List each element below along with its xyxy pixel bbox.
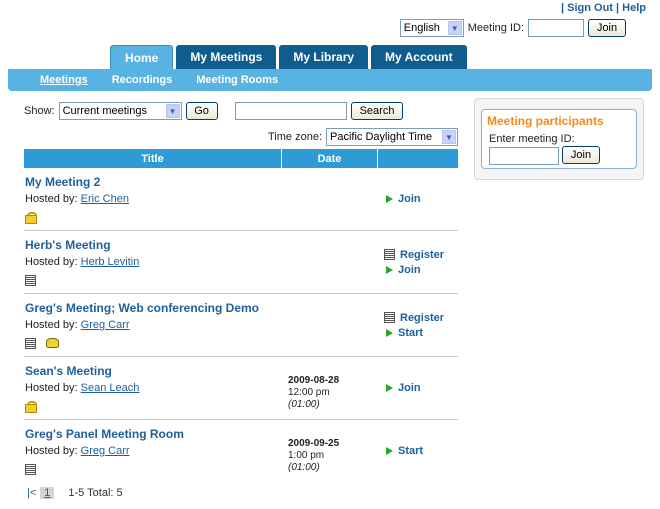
show-filter-row: Show: Current meetings ▼ Go (24, 102, 218, 120)
top-links: | Sign Out | Help (560, 2, 646, 14)
play-icon (386, 265, 393, 274)
pager: |< 1 1-5 Total: 5 (27, 487, 123, 499)
register-icon (384, 312, 395, 323)
play-icon (386, 195, 393, 203)
join-action[interactable]: Join (384, 193, 421, 205)
column-date[interactable]: Date (282, 149, 378, 168)
show-label: Show: (24, 105, 55, 117)
meeting-icons (25, 212, 37, 224)
timezone-label: Time zone: (268, 131, 323, 143)
first-page-link[interactable]: |< (27, 487, 36, 499)
join-action[interactable]: Join (384, 264, 444, 276)
host-link[interactable]: Greg Carr (81, 319, 130, 331)
participants-label: Enter meeting ID: (489, 133, 575, 145)
meeting-id-input[interactable] (528, 19, 584, 37)
tab-my-library[interactable]: My Library (279, 45, 369, 69)
meeting-id-label: Meeting ID: (467, 22, 524, 34)
chevron-down-icon: ▼ (442, 130, 457, 144)
chevron-down-icon: ▼ (165, 104, 180, 118)
tab-my-account[interactable]: My Account (371, 45, 467, 69)
chevron-down-icon: ▼ (447, 21, 462, 35)
meeting-date: 2009-09-25 1:00 pm (01:00) (288, 438, 340, 473)
register-icon (384, 249, 395, 260)
meeting-title-link[interactable]: Sean's Meeting (25, 364, 112, 378)
host-line: Hosted by: Greg Carr (25, 319, 130, 331)
meeting-icons (25, 338, 59, 349)
table-row: My Meeting 2 Hosted by: Eric Chen Join (24, 168, 458, 231)
participants-join-button[interactable]: Join (562, 146, 600, 164)
register-action[interactable]: Register (384, 312, 444, 324)
show-select[interactable]: Current meetings ▼ (58, 102, 182, 120)
language-select[interactable]: English ▼ (399, 19, 464, 37)
top-bar: English ▼ Meeting ID: Join (399, 19, 626, 37)
timezone-select[interactable]: Pacific Daylight Time ▼ (326, 128, 459, 146)
row-actions: Register Join (384, 231, 444, 293)
host-link[interactable]: Sean Leach (81, 382, 140, 394)
page-number-link[interactable]: 1 (40, 487, 55, 499)
register-action[interactable]: Register (384, 249, 444, 261)
timezone-row: Time zone: Pacific Daylight Time ▼ (268, 128, 459, 146)
row-actions: Register Start (384, 294, 444, 356)
subnav-meetings[interactable]: Meetings (40, 74, 88, 86)
row-actions: Join (384, 168, 421, 230)
meetings-table: Title Date My Meeting 2 Hosted by: Eric … (24, 149, 458, 483)
participants-panel: Meeting participants Enter meeting ID: J… (474, 98, 644, 180)
participants-title: Meeting participants (487, 114, 604, 128)
go-button[interactable]: Go (185, 102, 218, 120)
lock-icon (25, 401, 37, 413)
search-button[interactable]: Search (351, 102, 403, 120)
host-line: Hosted by: Sean Leach (25, 382, 140, 394)
host-line: Hosted by: Eric Chen (25, 193, 129, 205)
meeting-icons (25, 275, 36, 286)
sign-out-link[interactable]: Sign Out (567, 2, 613, 14)
main-tabs: Home My Meetings My Library My Account (110, 45, 467, 69)
table-row: Greg's Meeting; Web conferencing Demo Ho… (24, 294, 458, 357)
sub-nav: Meetings Recordings Meeting Rooms (8, 69, 652, 91)
play-icon (386, 328, 393, 337)
agenda-icon[interactable] (25, 338, 36, 349)
play-icon (386, 384, 393, 392)
meeting-icons (25, 464, 36, 475)
phone-icon (46, 338, 59, 348)
subnav-meeting-rooms[interactable]: Meeting Rooms (196, 74, 278, 86)
participants-meeting-id-input[interactable] (489, 147, 559, 165)
table-header: Title Date (24, 149, 458, 168)
host-link[interactable]: Herb Levitin (81, 256, 140, 268)
agenda-icon[interactable] (25, 275, 36, 286)
meeting-title-link[interactable]: Greg's Meeting; Web conferencing Demo (25, 301, 259, 315)
meeting-icons (25, 401, 37, 413)
host-link[interactable]: Eric Chen (81, 193, 129, 205)
row-actions: Start (384, 420, 423, 482)
participants-box: Meeting participants Enter meeting ID: J… (481, 109, 637, 169)
column-title[interactable]: Title (24, 149, 282, 168)
help-link[interactable]: Help (622, 2, 646, 14)
meeting-title-link[interactable]: My Meeting 2 (25, 175, 100, 189)
tab-home[interactable]: Home (110, 45, 174, 69)
meeting-title-link[interactable]: Herb's Meeting (25, 238, 111, 252)
search-row: Search (235, 102, 403, 120)
meeting-date: 2009-08-28 12:00 pm (01:00) (288, 375, 340, 410)
host-link[interactable]: Greg Carr (81, 445, 130, 457)
subnav-recordings[interactable]: Recordings (112, 74, 173, 86)
table-row: Sean's Meeting Hosted by: Sean Leach 200… (24, 357, 458, 420)
lock-icon (25, 212, 37, 224)
search-input[interactable] (235, 102, 347, 120)
start-action[interactable]: Start (384, 327, 444, 339)
agenda-icon[interactable] (25, 464, 36, 475)
pager-total: 1-5 Total: 5 (68, 487, 123, 499)
top-join-button[interactable]: Join (588, 19, 626, 37)
tab-my-meetings[interactable]: My Meetings (176, 45, 277, 69)
meeting-title-link[interactable]: Greg's Panel Meeting Room (25, 427, 184, 441)
row-actions: Join (384, 357, 421, 419)
play-icon (386, 447, 393, 455)
table-row: Greg's Panel Meeting Room Hosted by: Gre… (24, 420, 458, 483)
join-action[interactable]: Join (384, 382, 421, 394)
host-line: Hosted by: Herb Levitin (25, 256, 140, 268)
table-row: Herb's Meeting Hosted by: Herb Levitin R… (24, 231, 458, 294)
start-action[interactable]: Start (384, 445, 423, 457)
host-line: Hosted by: Greg Carr (25, 445, 130, 457)
